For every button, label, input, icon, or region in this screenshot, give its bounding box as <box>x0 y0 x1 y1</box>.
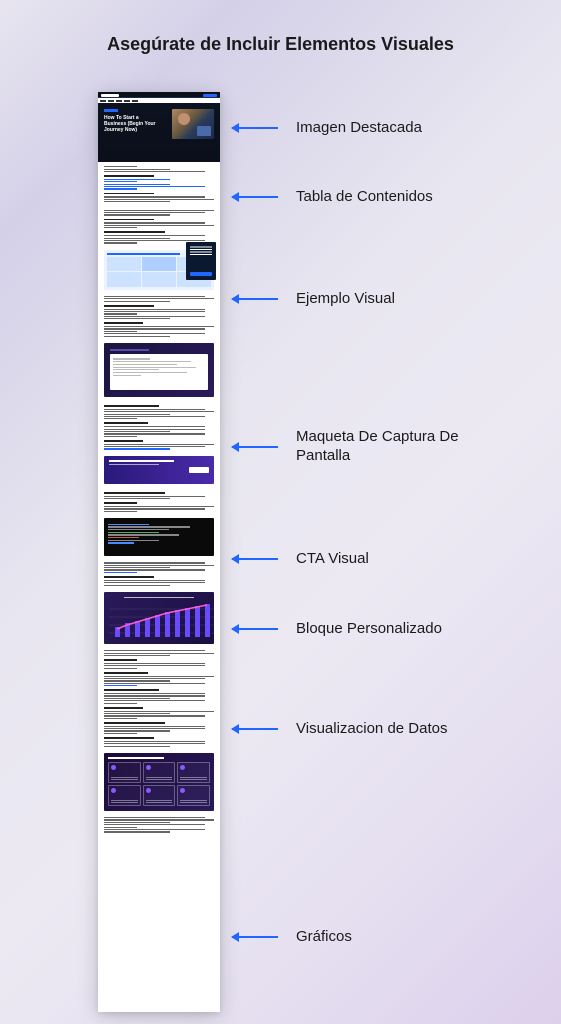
hero-title-text: How To Start a Business (Begin Your Jour… <box>104 115 159 133</box>
annotation-2: Ejemplo Visual <box>232 290 395 309</box>
annotation-7: Gráficos <box>232 928 352 947</box>
annotation-label: Bloque Personalizado <box>296 620 442 639</box>
arrow-left-icon <box>232 298 278 300</box>
arrow-left-icon <box>232 196 278 198</box>
cta-visual-block <box>104 456 214 484</box>
annotation-4: CTA Visual <box>232 550 369 569</box>
annotation-3: Maqueta De Captura De Pantalla <box>232 428 496 466</box>
featured-image-placeholder <box>172 109 214 139</box>
annotation-6: Visualizacion de Datos <box>232 720 447 739</box>
arrow-left-icon <box>232 728 278 730</box>
toc-card <box>186 242 216 280</box>
arrow-left-icon <box>232 558 278 560</box>
cta-button-placeholder <box>203 94 217 97</box>
annotation-label: Ejemplo Visual <box>296 290 395 309</box>
visual-example-heading <box>107 253 180 255</box>
arrow-left-icon <box>232 446 278 448</box>
annotation-label: Maqueta De Captura De Pantalla <box>296 428 496 466</box>
arrow-left-icon <box>232 936 278 938</box>
page-title: Asegúrate de Incluir Elementos Visuales <box>0 34 561 55</box>
data-visualization-block <box>104 592 214 644</box>
graphics-block <box>104 753 214 811</box>
annotation-label: Visualizacion de Datos <box>296 720 447 739</box>
mockup-screenshot-block <box>104 343 214 397</box>
annotation-label: Tabla de Contenidos <box>296 188 433 207</box>
annotation-label: CTA Visual <box>296 550 369 569</box>
arrow-left-icon <box>232 628 278 630</box>
cta-inner-button <box>189 467 209 473</box>
annotation-0: Imagen Destacada <box>232 119 422 138</box>
custom-block <box>104 518 214 556</box>
arrow-left-icon <box>232 127 278 129</box>
article-column-mockup: How To Start a Business (Begin Your Jour… <box>98 92 220 1012</box>
hero-block: How To Start a Business (Begin Your Jour… <box>98 92 220 162</box>
annotation-label: Imagen Destacada <box>296 119 422 138</box>
annotation-1: Tabla de Contenidos <box>232 188 433 207</box>
annotation-5: Bloque Personalizado <box>232 620 442 639</box>
logo-placeholder <box>101 94 119 97</box>
annotation-label: Gráficos <box>296 928 352 947</box>
